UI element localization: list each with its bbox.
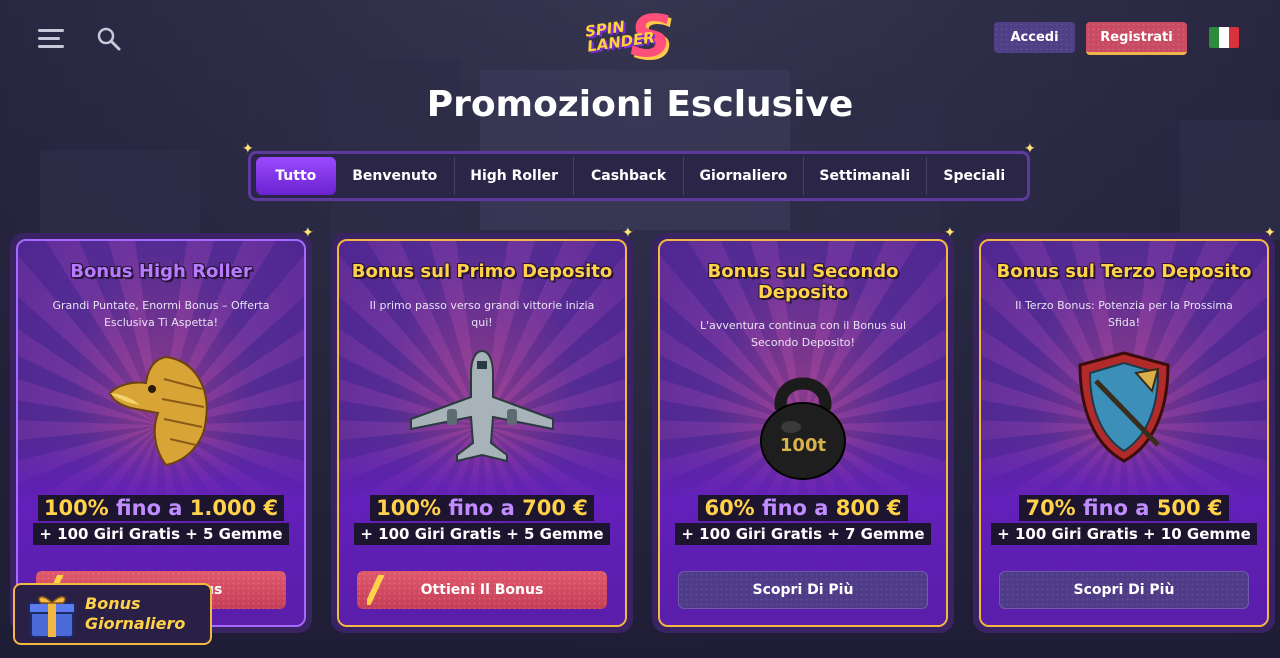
tab-benvenuto[interactable]: Benvenuto bbox=[336, 157, 455, 195]
offer-amount: 100% bbox=[376, 496, 442, 520]
offer-amount: 100% bbox=[43, 496, 109, 520]
card-offer: 100% fino a 700 € + 100 Giri Gratis + 5 … bbox=[339, 495, 625, 545]
daily-bonus-widget[interactable]: Bonus Giornaliero bbox=[13, 583, 212, 645]
sparkle-icon: ✦ bbox=[622, 225, 634, 241]
card-description: Il primo passo verso grandi vittorie ini… bbox=[369, 299, 595, 329]
card-description: Grandi Puntate, Enormi Bonus – Offerta E… bbox=[52, 299, 270, 329]
card-offer: 70% fino a 500 € + 100 Giri Gratis + 10 … bbox=[981, 495, 1267, 545]
tab-speciali[interactable]: Speciali bbox=[927, 157, 1023, 195]
offer-extra: + 100 Giri Gratis + 10 Gemme bbox=[991, 523, 1257, 545]
tab-giornaliero[interactable]: Giornaliero bbox=[684, 157, 805, 195]
language-flag-icon[interactable] bbox=[1209, 27, 1239, 48]
offer-fino: fino a bbox=[762, 496, 829, 520]
login-button[interactable]: Accedi bbox=[994, 22, 1075, 53]
offer-headline: 100% fino a 1.000 € bbox=[37, 495, 285, 521]
offer-value: 1.000 € bbox=[189, 496, 279, 520]
tab-cashback[interactable]: Cashback bbox=[574, 157, 684, 195]
tab-high-roller[interactable]: High Roller bbox=[455, 157, 575, 195]
offer-headline: 70% fino a 500 € bbox=[1019, 495, 1229, 521]
offer-fino: fino a bbox=[448, 496, 515, 520]
offer-value: 700 € bbox=[522, 496, 588, 520]
card-title: Bonus sul Terzo Deposito bbox=[996, 261, 1252, 282]
promo-card-first-deposit: Bonus sul Primo Deposito Il primo passo … bbox=[331, 233, 633, 633]
sparkle-icon: ✦ bbox=[1264, 225, 1276, 241]
learn-more-button[interactable]: Scopri Di Più bbox=[678, 571, 928, 609]
airplane-icon bbox=[407, 347, 557, 467]
offer-value: 500 € bbox=[1156, 496, 1223, 520]
gift-box-icon bbox=[27, 591, 77, 643]
promo-card-third-deposit: Bonus sul Terzo Deposito Il Terzo Bonus:… bbox=[973, 233, 1275, 633]
daily-bonus-label: Bonus Giornaliero bbox=[85, 594, 185, 634]
sparkle-icon: ✦ bbox=[944, 225, 956, 241]
card-title: Bonus sul Secondo Deposito bbox=[707, 261, 899, 303]
offer-extra: + 100 Giri Gratis + 5 Gemme bbox=[33, 523, 289, 545]
card-offer: 60% fino a 800 € + 100 Giri Gratis + 7 G… bbox=[660, 495, 946, 545]
page-title: Promozioni Esclusive bbox=[426, 84, 854, 125]
eagle-icon bbox=[106, 349, 216, 473]
tab-tutto[interactable]: Tutto bbox=[256, 157, 336, 195]
offer-fino: fino a bbox=[1083, 496, 1150, 520]
offer-headline: 100% fino a 700 € bbox=[370, 495, 594, 521]
kettlebell-icon: 100t bbox=[755, 365, 851, 485]
daily-bonus-line1: Bonus bbox=[85, 594, 141, 613]
offer-extra: + 100 Giri Gratis + 7 Gemme bbox=[675, 523, 931, 545]
offer-headline: 60% fino a 800 € bbox=[698, 495, 908, 521]
offer-amount: 60% bbox=[704, 496, 755, 520]
site-logo[interactable]: S SPIN LANDER bbox=[572, 2, 702, 70]
flag-red-band bbox=[1229, 27, 1239, 48]
sparkle-icon: ✦ bbox=[302, 225, 314, 241]
promo-card-high-roller: Bonus High Roller Grandi Puntate, Enormi… bbox=[10, 233, 312, 633]
card-description: L'avventura continua con il Bonus sul Se… bbox=[699, 319, 907, 349]
card-offer: 100% fino a 1.000 € + 100 Giri Gratis + … bbox=[18, 495, 304, 545]
search-icon[interactable] bbox=[94, 24, 124, 54]
offer-extra: + 100 Giri Gratis + 5 Gemme bbox=[354, 523, 610, 545]
shield-icon bbox=[1074, 349, 1174, 469]
offer-fino: fino a bbox=[116, 496, 183, 520]
tab-settimanali[interactable]: Settimanali bbox=[804, 157, 927, 195]
flag-white-band bbox=[1219, 27, 1229, 48]
card-description: Il Terzo Bonus: Potenzia per la Prossima… bbox=[1015, 299, 1233, 329]
get-bonus-button[interactable]: Ottieni Il Bonus bbox=[357, 571, 607, 609]
promo-card-second-deposit: Bonus sul Secondo Deposito L'avventura c… bbox=[652, 233, 954, 633]
flag-green-band bbox=[1209, 27, 1219, 48]
kettlebell-label: 100t bbox=[780, 435, 827, 456]
card-title: Bonus sul Primo Deposito bbox=[351, 261, 613, 282]
daily-bonus-line2: Giornaliero bbox=[85, 614, 186, 633]
offer-value: 800 € bbox=[835, 496, 902, 520]
learn-more-button[interactable]: Scopri Di Più bbox=[999, 571, 1249, 609]
offer-amount: 70% bbox=[1025, 496, 1076, 520]
register-button[interactable]: Registrati bbox=[1086, 22, 1187, 55]
menu-icon[interactable] bbox=[38, 24, 70, 52]
card-title: Bonus High Roller bbox=[70, 261, 252, 282]
promo-filter-tabs: Tutto Benvenuto High Roller Cashback Gio… bbox=[248, 151, 1030, 201]
